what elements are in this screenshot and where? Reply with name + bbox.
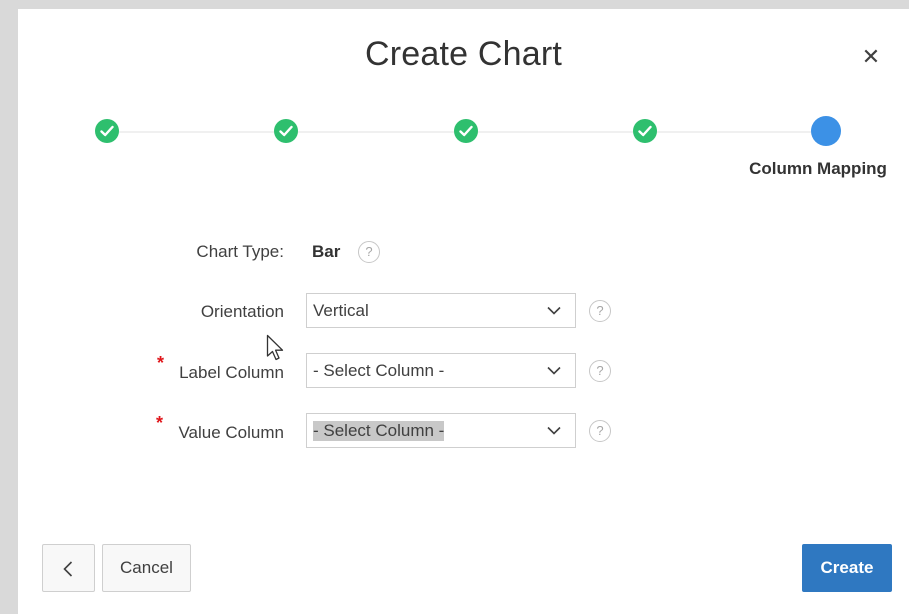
chevron-down-icon: [547, 366, 561, 375]
chart-type-label: Chart Type:: [196, 242, 284, 261]
wizard-step-1-done: [95, 119, 119, 143]
orientation-select[interactable]: Vertical: [306, 293, 576, 328]
dialog-title: Create Chart: [364, 35, 563, 73]
chevron-down-icon: [547, 306, 561, 315]
back-button[interactable]: [42, 544, 95, 592]
wizard-step-2-done: [274, 119, 298, 143]
orientation-help-icon[interactable]: ?: [589, 300, 611, 322]
mouse-cursor-icon: [266, 334, 284, 361]
orientation-select-value: Vertical: [313, 301, 369, 320]
current-step-label: Column Mapping: [749, 159, 887, 178]
cancel-button[interactable]: Cancel: [102, 544, 191, 592]
wizard-step-3-done: [454, 119, 478, 143]
check-icon: [279, 125, 293, 137]
label-column-help-icon[interactable]: ?: [589, 360, 611, 382]
label-column-label: Label Column: [179, 363, 284, 382]
value-column-help-icon[interactable]: ?: [589, 420, 611, 442]
label-column-select-value: - Select Column -: [313, 361, 445, 380]
value-column-select[interactable]: - Select Column -: [306, 413, 576, 448]
check-icon: [100, 125, 114, 137]
wizard-step-5-current: [811, 116, 841, 146]
chart-type-help-icon[interactable]: ?: [358, 241, 380, 263]
value-column-select-value: - Select Column -: [313, 421, 445, 441]
wizard-step-4-done: [633, 119, 657, 143]
background-frame-top: [0, 0, 909, 9]
orientation-label: Orientation: [200, 302, 284, 321]
create-chart-dialog: Create Chart ✕ Column Mapping Chart Type…: [18, 9, 909, 614]
chevron-down-icon: [547, 426, 561, 435]
chevron-left-icon: [63, 561, 73, 577]
chart-type-value: Bar: [312, 242, 341, 261]
close-icon[interactable]: ✕: [859, 45, 883, 69]
label-column-select[interactable]: - Select Column -: [306, 353, 576, 388]
check-icon: [638, 125, 652, 137]
value-column-label: Value Column: [178, 423, 284, 442]
create-button[interactable]: Create: [802, 544, 892, 592]
check-icon: [459, 125, 473, 137]
background-frame-left: [0, 0, 18, 614]
